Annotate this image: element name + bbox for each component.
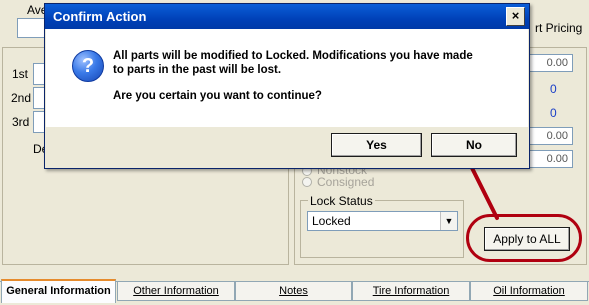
question-icon: ? bbox=[72, 50, 104, 82]
value-field-1[interactable]: 0.00 bbox=[529, 54, 573, 72]
yes-button[interactable]: Yes bbox=[331, 133, 422, 157]
lock-status-label: Lock Status bbox=[308, 194, 375, 208]
lock-status-value: Locked bbox=[312, 214, 351, 228]
tab-notes[interactable]: Notes bbox=[235, 281, 352, 301]
annotation-ellipse bbox=[466, 214, 582, 262]
lock-status-select[interactable]: Locked ▼ bbox=[307, 211, 458, 231]
dialog-title: Confirm Action bbox=[53, 9, 147, 24]
tab-tire-information[interactable]: Tire Information bbox=[352, 281, 470, 301]
dialog-message-line1: All parts will be modified to Locked. Mo… bbox=[113, 50, 473, 62]
tab-general-information[interactable]: General Information bbox=[1, 279, 116, 303]
avg-field[interactable] bbox=[17, 18, 47, 38]
chevron-down-icon[interactable]: ▼ bbox=[440, 212, 457, 230]
consigned-label: Consigned bbox=[317, 175, 375, 189]
close-icon[interactable]: × bbox=[506, 7, 525, 26]
rank-label-2nd: 2nd bbox=[11, 91, 32, 105]
no-button[interactable]: No bbox=[431, 133, 517, 157]
dialog-body: ? All parts will be modified to Locked. … bbox=[46, 29, 528, 127]
tab-oil-information[interactable]: Oil Information bbox=[470, 281, 588, 301]
tab-other-information-label: Other Information bbox=[133, 285, 219, 297]
value-field-5[interactable]: 0.00 bbox=[529, 150, 573, 168]
tab-general-information-label: General Information bbox=[6, 285, 111, 297]
rank-label-1st: 1st bbox=[12, 67, 29, 81]
dialog-titlebar[interactable]: Confirm Action × bbox=[45, 4, 529, 29]
value-text-2: 0 bbox=[550, 82, 557, 96]
dialog-message-line2: to parts in the past will be lost. bbox=[113, 64, 282, 76]
tab-tire-information-label: Tire Information bbox=[372, 285, 450, 297]
part-pricing-label: rt Pricing bbox=[535, 21, 583, 35]
tab-oil-information-label: Oil Information bbox=[493, 285, 565, 297]
consigned-radio[interactable] bbox=[302, 177, 312, 187]
rank-label-3rd: 3rd bbox=[12, 115, 30, 129]
confirm-dialog: Confirm Action × ? All parts will be mod… bbox=[44, 3, 530, 169]
tab-other-information[interactable]: Other Information bbox=[117, 281, 235, 301]
dialog-question: Are you certain you want to continue? bbox=[113, 90, 322, 102]
tab-notes-label: Notes bbox=[279, 285, 308, 297]
value-field-4[interactable]: 0.00 bbox=[529, 127, 573, 145]
value-text-3: 0 bbox=[550, 106, 557, 120]
